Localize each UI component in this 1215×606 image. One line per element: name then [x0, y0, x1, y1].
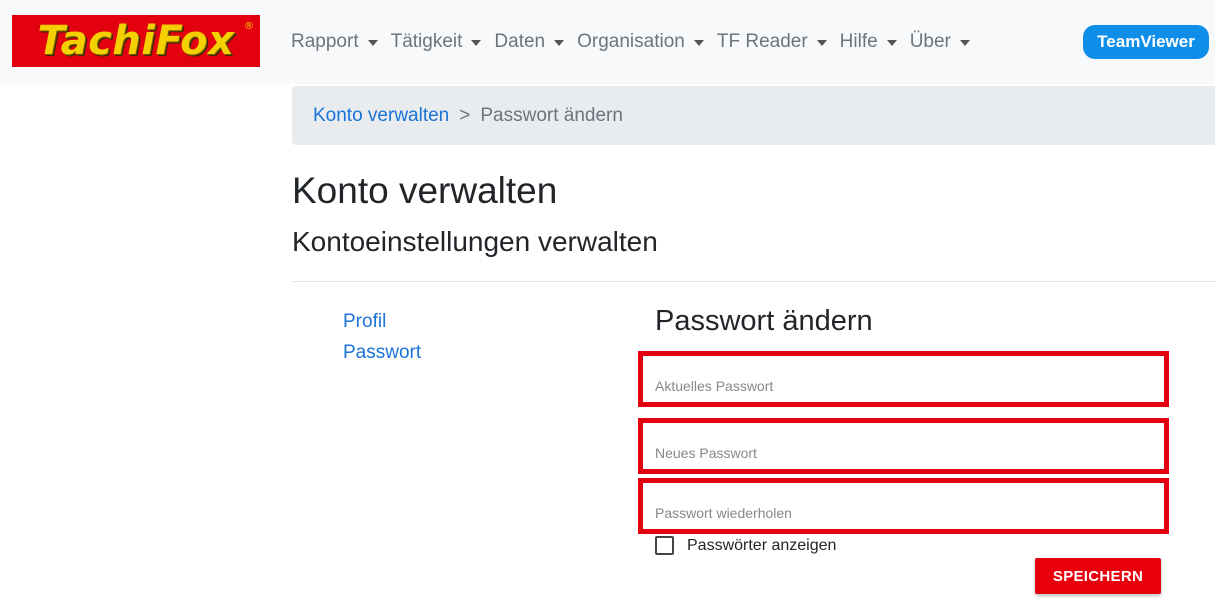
section-divider [292, 281, 1215, 282]
new-password-input[interactable] [655, 441, 1156, 465]
nav-item-organisation[interactable]: Organisation [577, 31, 704, 53]
logo-text: TachiFox [37, 18, 235, 64]
teamviewer-button[interactable]: TeamViewer [1083, 25, 1209, 59]
nav-item-label: Daten [494, 31, 546, 52]
breadcrumb-current: Passwort ändern [480, 104, 623, 126]
caret-down-icon [554, 39, 565, 46]
caret-down-icon [367, 39, 378, 46]
nav-item-label: Tätigkeit [390, 31, 463, 52]
breadcrumb-link-konto-verwalten[interactable]: Konto verwalten [313, 105, 449, 127]
breadcrumb-separator: > [459, 104, 471, 126]
form-title: Passwort ändern [655, 305, 873, 337]
account-side-menu: Profil Passwort [343, 306, 421, 368]
nav-item-tf-reader[interactable]: TF Reader [717, 31, 827, 53]
top-navbar: TachiFox ® Rapport Tätigkeit Daten Organ… [0, 0, 1215, 84]
nav-item-daten[interactable]: Daten [494, 31, 565, 53]
nav-item-label: Hilfe [839, 31, 878, 52]
side-menu-passwort[interactable]: Passwort [343, 337, 421, 368]
current-password-input[interactable] [655, 374, 1156, 398]
nav-item-taetigkeit[interactable]: Tätigkeit [391, 31, 482, 53]
show-passwords-label: Passwörter anzeigen [687, 536, 837, 554]
page-title: Konto verwalten [292, 170, 558, 211]
tachifox-logo[interactable]: TachiFox ® [12, 15, 260, 67]
nav-item-label: Über [909, 31, 951, 52]
confirm-password-highlight [638, 478, 1169, 534]
caret-down-icon [959, 39, 970, 46]
current-password-highlight [638, 351, 1169, 407]
side-menu-profil[interactable]: Profil [343, 306, 421, 337]
nav-item-label: TF Reader [716, 31, 808, 52]
nav-item-ueber[interactable]: Über [910, 31, 970, 53]
page-subtitle: Kontoeinstellungen verwalten [292, 226, 658, 257]
nav-item-rapport[interactable]: Rapport [291, 31, 378, 53]
confirm-password-input[interactable] [655, 501, 1156, 525]
caret-down-icon [693, 39, 704, 46]
nav-item-hilfe[interactable]: Hilfe [840, 31, 897, 53]
show-passwords-toggle[interactable]: Passwörter anzeigen [655, 536, 836, 555]
caret-down-icon [816, 39, 827, 46]
nav-item-label: Organisation [577, 31, 685, 52]
main-nav: Rapport Tätigkeit Daten Organisation TF … [291, 27, 983, 57]
caret-down-icon [886, 39, 897, 46]
show-passwords-checkbox[interactable] [655, 536, 674, 555]
nav-item-label: Rapport [291, 31, 359, 52]
breadcrumb: Konto verwalten > Passwort ändern [292, 86, 1215, 145]
caret-down-icon [471, 39, 482, 46]
save-button[interactable]: SPEICHERN [1035, 558, 1161, 594]
new-password-highlight [638, 418, 1169, 474]
registered-mark: ® [244, 21, 254, 32]
